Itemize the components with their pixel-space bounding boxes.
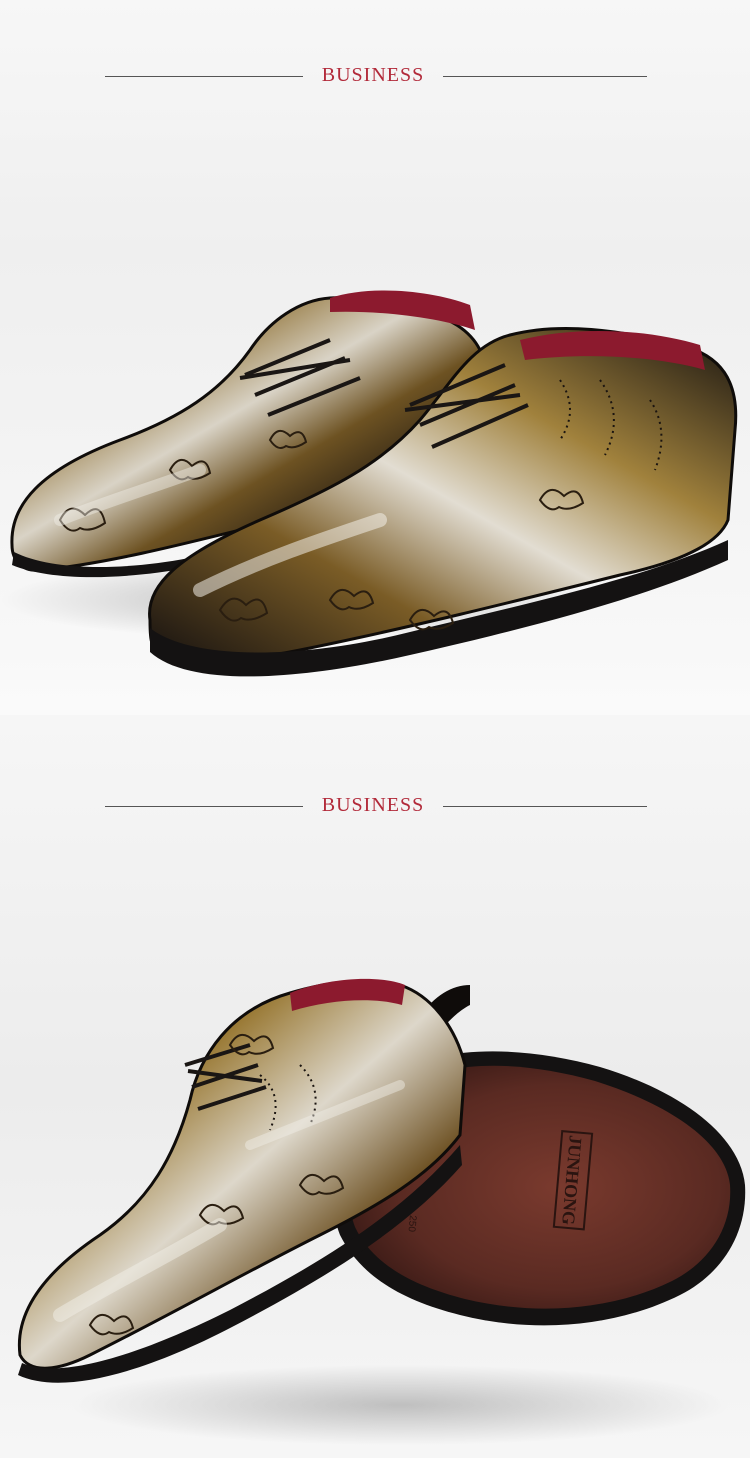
product-photo-section-1: BUSINESS [0, 0, 750, 715]
sole-size-text: 250 [406, 1215, 418, 1233]
product-photo-section-2: BUSINESS JUNHONG 250 [0, 715, 750, 1458]
shoe-pair-photo [0, 290, 738, 677]
floor-shadow [70, 1365, 730, 1445]
upright-shoe [17, 978, 467, 1383]
shoe-and-sole-photo: JUNHONG 250 [17, 978, 746, 1445]
